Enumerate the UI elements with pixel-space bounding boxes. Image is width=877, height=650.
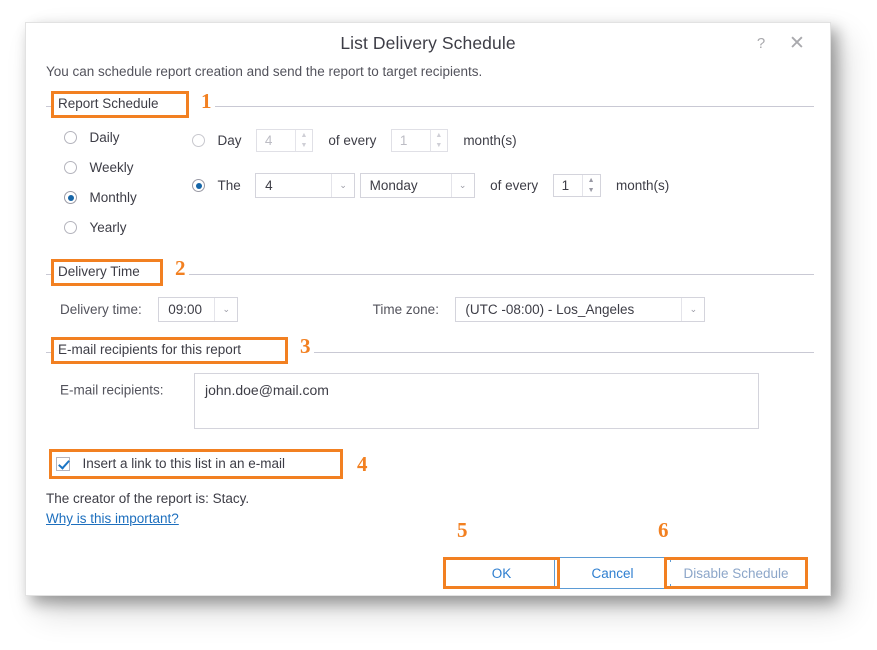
timezone-select[interactable]: (UTC -08:00) - Los_Angeles ⌄ <box>455 297 706 322</box>
dialog-titlebar: List Delivery Schedule ? ✕ <box>26 23 830 65</box>
callout-number-5: 5 <box>454 520 471 541</box>
ordinal-select-value: 4 <box>265 178 273 193</box>
day-row-label: Day <box>217 133 242 148</box>
disable-schedule-button-label: Disable Schedule <box>683 565 789 581</box>
radio-yearly[interactable] <box>64 221 77 235</box>
radio-weekly[interactable] <box>64 161 77 175</box>
weekday-select[interactable]: Monday ⌄ <box>359 173 475 198</box>
recipients-textarea[interactable]: john.doe@mail.com <box>194 373 759 429</box>
list-delivery-schedule-dialog: List Delivery Schedule ? ✕ You can sched… <box>25 22 831 596</box>
the-row-months-arrows[interactable]: ▲ ▼ <box>581 175 600 197</box>
delivery-time-legend-row: Delivery Time 2 <box>46 258 814 286</box>
delivery-time-value: 09:00 <box>168 302 203 317</box>
ordinal-select[interactable]: 4 ⌄ <box>255 173 356 198</box>
the-row-months-stepper[interactable]: 1 ▲ ▼ <box>552 174 601 197</box>
report-schedule-legend: Report Schedule <box>53 96 164 111</box>
insert-link-label: Insert a link to this list in an e-mail <box>82 456 286 472</box>
frequency-option-yearly[interactable]: Yearly <box>64 219 137 249</box>
creator-info: The creator of the report is: Stacy. Why… <box>46 491 249 528</box>
recipients-legend: E-mail recipients for this report <box>53 342 247 357</box>
close-icon[interactable]: ✕ <box>786 33 808 55</box>
day-of-month-arrows[interactable]: ▲ ▼ <box>294 130 312 152</box>
radio-daily[interactable] <box>64 131 77 145</box>
frequency-option-daily[interactable]: Daily <box>64 129 137 159</box>
disable-schedule-button[interactable]: Disable Schedule <box>669 562 803 584</box>
the-row-months-value: 1 <box>561 178 570 193</box>
day-row-months-stepper[interactable]: 1 ▲ ▼ <box>390 129 448 152</box>
report-schedule-section: Report Schedule 1 Daily Weekly Monthly Y… <box>46 91 814 235</box>
weekday-select-value: Monday <box>369 178 418 193</box>
frequency-radio-group: Daily Weekly Monthly Yearly <box>64 129 137 249</box>
insert-link-checkbox[interactable] <box>56 456 70 471</box>
monthly-weekday-row: The 4 ⌄ Monday ⌄ of every 1 ▲ ▼ month(s) <box>192 173 669 198</box>
day-of-month-up-icon[interactable]: ▲ <box>296 130 312 141</box>
creator-text: The creator of the report is: Stacy. <box>46 491 250 506</box>
delivery-time-section: Delivery Time 2 Delivery time: 09:00 ⌄ T… <box>46 258 814 322</box>
radio-day-of-month[interactable] <box>192 134 205 147</box>
day-row-months-up-icon[interactable]: ▲ <box>431 130 447 141</box>
delivery-time-row: Delivery time: 09:00 ⌄ Time zone: (UTC -… <box>60 297 706 322</box>
cancel-button-label: Cancel <box>591 565 634 581</box>
legend-rule-2 <box>179 274 814 275</box>
delivery-time-legend: Delivery Time <box>53 264 145 279</box>
the-row-months-unit: month(s) <box>616 178 670 193</box>
radio-monthly[interactable] <box>64 191 77 205</box>
day-row-months-value: 1 <box>399 133 408 148</box>
ok-button[interactable]: OK <box>448 562 555 584</box>
radio-nth-weekday[interactable] <box>192 179 205 192</box>
legend-left-stub <box>46 106 53 107</box>
legend-rule <box>206 106 814 107</box>
frequency-option-monthly-label: Monthly <box>89 190 137 206</box>
delivery-time-select[interactable]: 09:00 ⌄ <box>158 297 239 322</box>
the-row-label: The <box>217 178 241 193</box>
why-important-link[interactable]: Why is this important? <box>46 511 179 526</box>
delivery-time-label: Delivery time: <box>60 302 142 317</box>
legend-rule-3 <box>304 352 814 353</box>
timezone-value: (UTC -08:00) - Los_Angeles <box>465 302 635 317</box>
day-row-months-unit: month(s) <box>463 133 517 148</box>
day-row-months-down-icon[interactable]: ▼ <box>431 141 447 152</box>
recipients-section: E-mail recipients for this report 3 E-ma… <box>46 336 814 429</box>
timezone-label: Time zone: <box>372 302 439 317</box>
the-row-months-down-icon[interactable]: ▼ <box>583 186 600 197</box>
day-of-month-down-icon[interactable]: ▼ <box>296 141 312 152</box>
callout-number-4: 4 <box>354 454 371 475</box>
frequency-option-weekly-label: Weekly <box>89 160 134 176</box>
ok-button-label: OK <box>491 565 512 581</box>
cancel-button[interactable]: Cancel <box>554 557 671 589</box>
legend-left-stub-3 <box>46 352 53 353</box>
frequency-option-weekly[interactable]: Weekly <box>64 159 137 189</box>
callout-number-3: 3 <box>297 336 314 357</box>
chevron-down-icon-time[interactable]: ⌄ <box>214 298 237 321</box>
monthly-day-row: Day 4 ▲ ▼ of every 1 ▲ ▼ month(s) <box>192 129 517 152</box>
frequency-option-daily-label: Daily <box>89 130 120 146</box>
day-of-month-stepper[interactable]: 4 ▲ ▼ <box>255 129 313 152</box>
chevron-down-icon-timezone[interactable]: ⌄ <box>681 298 704 321</box>
callout-number-2: 2 <box>172 258 189 279</box>
recipients-legend-row: E-mail recipients for this report 3 <box>46 336 814 364</box>
report-schedule-legend-row: Report Schedule 1 <box>46 91 814 118</box>
day-row-of-every-label: of every <box>328 133 377 148</box>
frequency-option-monthly[interactable]: Monthly <box>64 189 137 219</box>
day-row-months-arrows[interactable]: ▲ ▼ <box>429 130 447 152</box>
dialog-subtitle: You can schedule report creation and sen… <box>46 64 483 79</box>
legend-left-stub-2 <box>46 274 53 275</box>
callout-number-6: 6 <box>655 520 672 541</box>
dialog-title: List Delivery Schedule <box>340 33 516 53</box>
chevron-down-icon-ordinal[interactable]: ⌄ <box>331 174 354 197</box>
insert-link-row: Insert a link to this list in an e-mail … <box>49 449 371 479</box>
the-row-of-every-label: of every <box>490 178 539 193</box>
day-of-month-value: 4 <box>264 133 273 148</box>
callout-number-1: 1 <box>198 91 215 112</box>
help-icon[interactable]: ? <box>750 33 772 55</box>
recipients-field-label: E-mail recipients: <box>60 382 164 398</box>
frequency-option-yearly-label: Yearly <box>89 220 127 236</box>
chevron-down-icon-weekday[interactable]: ⌄ <box>450 174 474 197</box>
the-row-months-up-icon[interactable]: ▲ <box>583 175 600 186</box>
recipients-textarea-value: john.doe@mail.com <box>205 382 329 398</box>
